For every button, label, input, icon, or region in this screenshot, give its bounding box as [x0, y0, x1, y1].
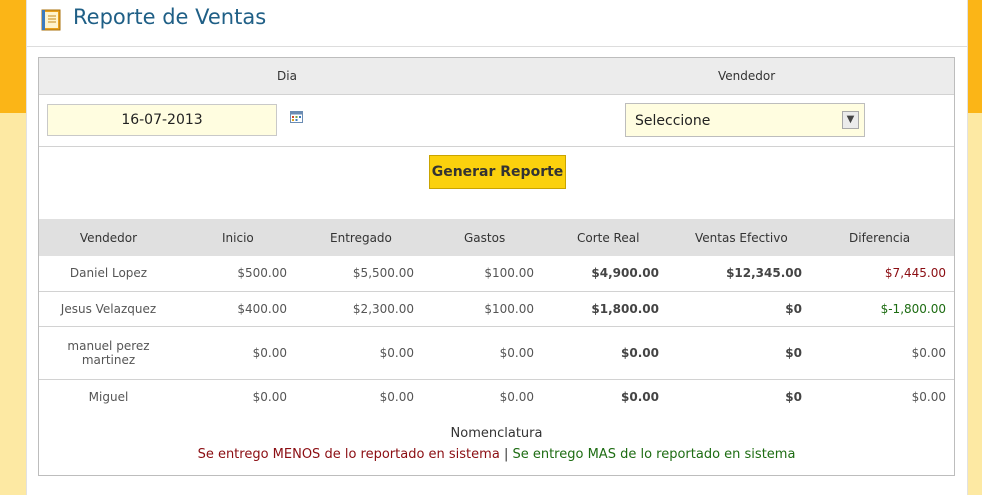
page-title: Reporte de Ventas	[73, 5, 267, 29]
cell-ventas-efectivo: $0	[667, 326, 810, 380]
col-header-inicio: Inicio	[222, 230, 254, 245]
cell-vendedor: Jesus Velazquez	[39, 291, 178, 327]
filter-row: 16-07-2013 Seleccione ▼	[39, 95, 954, 147]
generar-reporte-button[interactable]: Generar Reporte	[429, 155, 566, 189]
cell-diferencia: $0.00	[810, 326, 954, 380]
col-header-diferencia: Diferencia	[849, 230, 911, 245]
cell-diferencia: $7,445.00	[810, 256, 954, 292]
cell-ventas-efectivo: $0	[667, 291, 810, 327]
cell-corte-real: $0.00	[542, 326, 667, 380]
nomenclatura-title: Nomenclatura	[450, 426, 543, 441]
legend-mas: Se entrego MAS de lo reportado en sistem…	[512, 447, 796, 462]
table-row: Miguel $0.00 $0.00 $0.00 $0.00 $0 $0.00	[39, 379, 954, 414]
col-header-entregado: Entregado	[330, 230, 392, 245]
cell-vendedor: manuel perez martinez	[39, 326, 178, 380]
vendedor-label: Vendedor	[718, 69, 776, 83]
cell-gastos: $100.00	[422, 291, 542, 327]
cell-corte-real: $1,800.00	[542, 291, 667, 327]
filter-header: Dia Vendedor	[39, 58, 954, 95]
legend-separator: |	[503, 447, 509, 462]
cell-corte-real: $4,900.00	[542, 256, 667, 292]
report-panel: Dia Vendedor 16-07-2013 Seleccione ▼ Gen…	[38, 57, 955, 476]
date-field[interactable]: 16-07-2013	[47, 104, 277, 136]
table-row: Jesus Velazquez $400.00 $2,300.00 $100.0…	[39, 291, 954, 327]
cell-ventas-efectivo: $0	[785, 389, 802, 404]
calendar-icon[interactable]	[290, 111, 303, 123]
cell-corte-real: $0.00	[621, 389, 659, 404]
col-header-gastos: Gastos	[464, 230, 506, 245]
cell-diferencia: $-1,800.00	[810, 291, 954, 327]
cell-gastos: $0.00	[422, 326, 542, 380]
report-table: Vendedor Inicio Entregado Gastos Corte R…	[39, 219, 954, 414]
cell-vendedor: Miguel	[88, 389, 129, 404]
cell-ventas-efectivo: $12,345.00	[667, 256, 810, 292]
cell-gastos: $100.00	[422, 256, 542, 292]
cell-entregado: $0.00	[379, 389, 414, 404]
col-header-corte-real: Corte Real	[577, 230, 640, 245]
legend-menos: Se entrego MENOS de lo reportado en sist…	[197, 447, 500, 462]
notebook-icon	[41, 9, 61, 31]
chevron-down-icon[interactable]: ▼	[842, 111, 859, 129]
dia-label: Dia	[277, 69, 297, 83]
cell-diferencia: $0.00	[911, 389, 946, 404]
cell-entregado: $5,500.00	[295, 256, 422, 292]
cell-vendedor: Daniel Lopez	[39, 256, 178, 292]
cell-inicio: $400.00	[178, 291, 295, 327]
col-header-ventas-efectivo: Ventas Efectivo	[695, 230, 788, 245]
cell-inicio: $0.00	[252, 389, 287, 404]
table-row: manuel perez martinez $0.00 $0.00 $0.00 …	[39, 326, 954, 380]
cell-inicio: $0.00	[178, 326, 295, 380]
cell-entregado: $0.00	[295, 326, 422, 380]
vendedor-select-value: Seleccione	[635, 113, 711, 129]
page-header: Reporte de Ventas	[27, 0, 967, 47]
cell-gastos: $0.00	[499, 389, 534, 404]
cell-inicio: $500.00	[178, 256, 295, 292]
col-header-vendedor: Vendedor	[79, 230, 138, 245]
report-page: Reporte de Ventas Dia Vendedor 16-07-201…	[26, 0, 968, 495]
accent-band-left	[0, 0, 26, 113]
accent-band-right	[966, 0, 982, 113]
cell-entregado: $2,300.00	[295, 291, 422, 327]
nomenclatura-legend: Se entrego MENOS de lo reportado en sist…	[39, 447, 954, 462]
table-header-row: Vendedor Inicio Entregado Gastos Corte R…	[39, 219, 954, 256]
vendedor-select[interactable]: Seleccione ▼	[625, 103, 865, 137]
table-row: Daniel Lopez $500.00 $5,500.00 $100.00 $…	[39, 256, 954, 292]
